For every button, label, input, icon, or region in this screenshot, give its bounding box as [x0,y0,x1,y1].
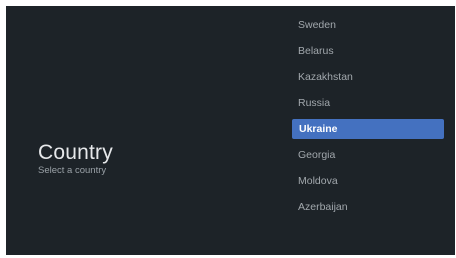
title-block: Country Select a country [38,142,113,177]
country-option-moldova[interactable]: Moldova [291,171,446,191]
page-title: Country [38,141,113,164]
country-list: Sweden Belarus Kazakhstan Russia Ukraine… [291,15,446,223]
country-option-ukraine[interactable]: Ukraine [292,119,444,139]
country-option-kazakhstan[interactable]: Kazakhstan [291,67,446,87]
country-settings-panel: Country Select a country Sweden Belarus … [6,6,455,255]
country-option-russia[interactable]: Russia [291,93,446,113]
page-subtitle: Select a country [38,165,107,176]
screen: Country Select a country Sweden Belarus … [0,0,456,258]
country-option-azerbaijan[interactable]: Azerbaijan [291,197,446,217]
country-option-georgia[interactable]: Georgia [291,145,446,165]
country-option-sweden[interactable]: Sweden [291,15,446,35]
country-option-belarus[interactable]: Belarus [291,41,446,61]
